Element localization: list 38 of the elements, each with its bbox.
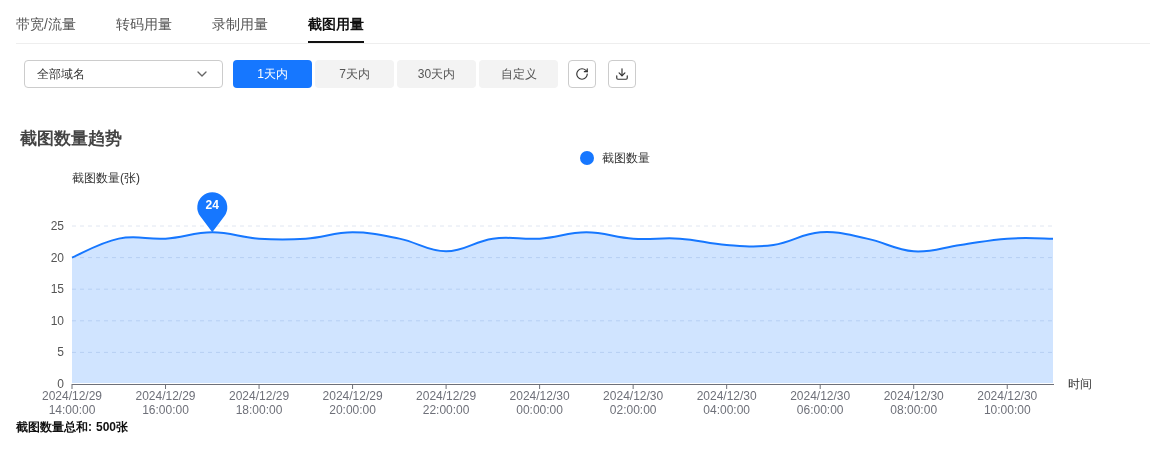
domain-select[interactable]: 全部域名	[24, 60, 223, 88]
range-button[interactable]: 30天内	[397, 60, 476, 88]
y-tick-label: 15	[50, 281, 64, 296]
legend-label: 截图数量	[602, 149, 650, 167]
refresh-icon	[575, 67, 589, 81]
x-axis-label: 时间	[1068, 376, 1092, 391]
tab[interactable]: 录制用量	[211, 14, 268, 43]
total-label: 截图数量总和:	[16, 418, 92, 436]
x-tick-label: 2024/12/29 16:00:00	[135, 388, 196, 416]
y-tick-label: 0	[57, 376, 64, 391]
annotation: 24	[205, 197, 220, 212]
x-tick-label: 2024/12/30 04:00:00	[696, 388, 757, 416]
y-tick-label: 5	[57, 344, 64, 359]
total-value: 500张	[96, 418, 129, 436]
x-tick-label: 2024/12/30 02:00:00	[603, 388, 664, 416]
tab[interactable]: 带宽/流量	[16, 14, 76, 43]
x-tick-label: 2024/12/30 08:00:00	[883, 388, 944, 416]
y-tick-label: 20	[50, 250, 64, 265]
y-axis-label: 截图数量(张)	[72, 170, 140, 185]
x-tick-label: 2024/12/30 10:00:00	[977, 388, 1038, 416]
download-button[interactable]	[608, 60, 636, 88]
x-tick-label: 2024/12/29 20:00:00	[322, 388, 383, 416]
download-icon	[615, 67, 629, 81]
range-button[interactable]: 7天内	[315, 60, 394, 88]
x-tick-label: 2024/12/29 18:00:00	[229, 388, 290, 416]
tab[interactable]: 转码用量	[115, 14, 172, 43]
x-tick-label: 2024/12/29 22:00:00	[416, 388, 477, 416]
refresh-button[interactable]	[568, 60, 596, 88]
chart-title: 截图数量趋势	[20, 128, 123, 150]
peak-marker: 24	[197, 191, 228, 232]
x-tick-label: 2024/12/30 06:00:00	[790, 388, 851, 416]
x-tick-label: 2024/12/29 14:00:00	[41, 388, 103, 416]
range-button[interactable]: 1天内	[233, 60, 312, 88]
tab[interactable]: 截图用量	[307, 14, 364, 43]
x-tick-label: 2024/12/30 00:00:00	[509, 388, 570, 416]
y-tick-label: 10	[50, 313, 64, 328]
y-tick-label: 25	[50, 218, 64, 233]
range-button[interactable]: 自定义	[479, 60, 558, 88]
